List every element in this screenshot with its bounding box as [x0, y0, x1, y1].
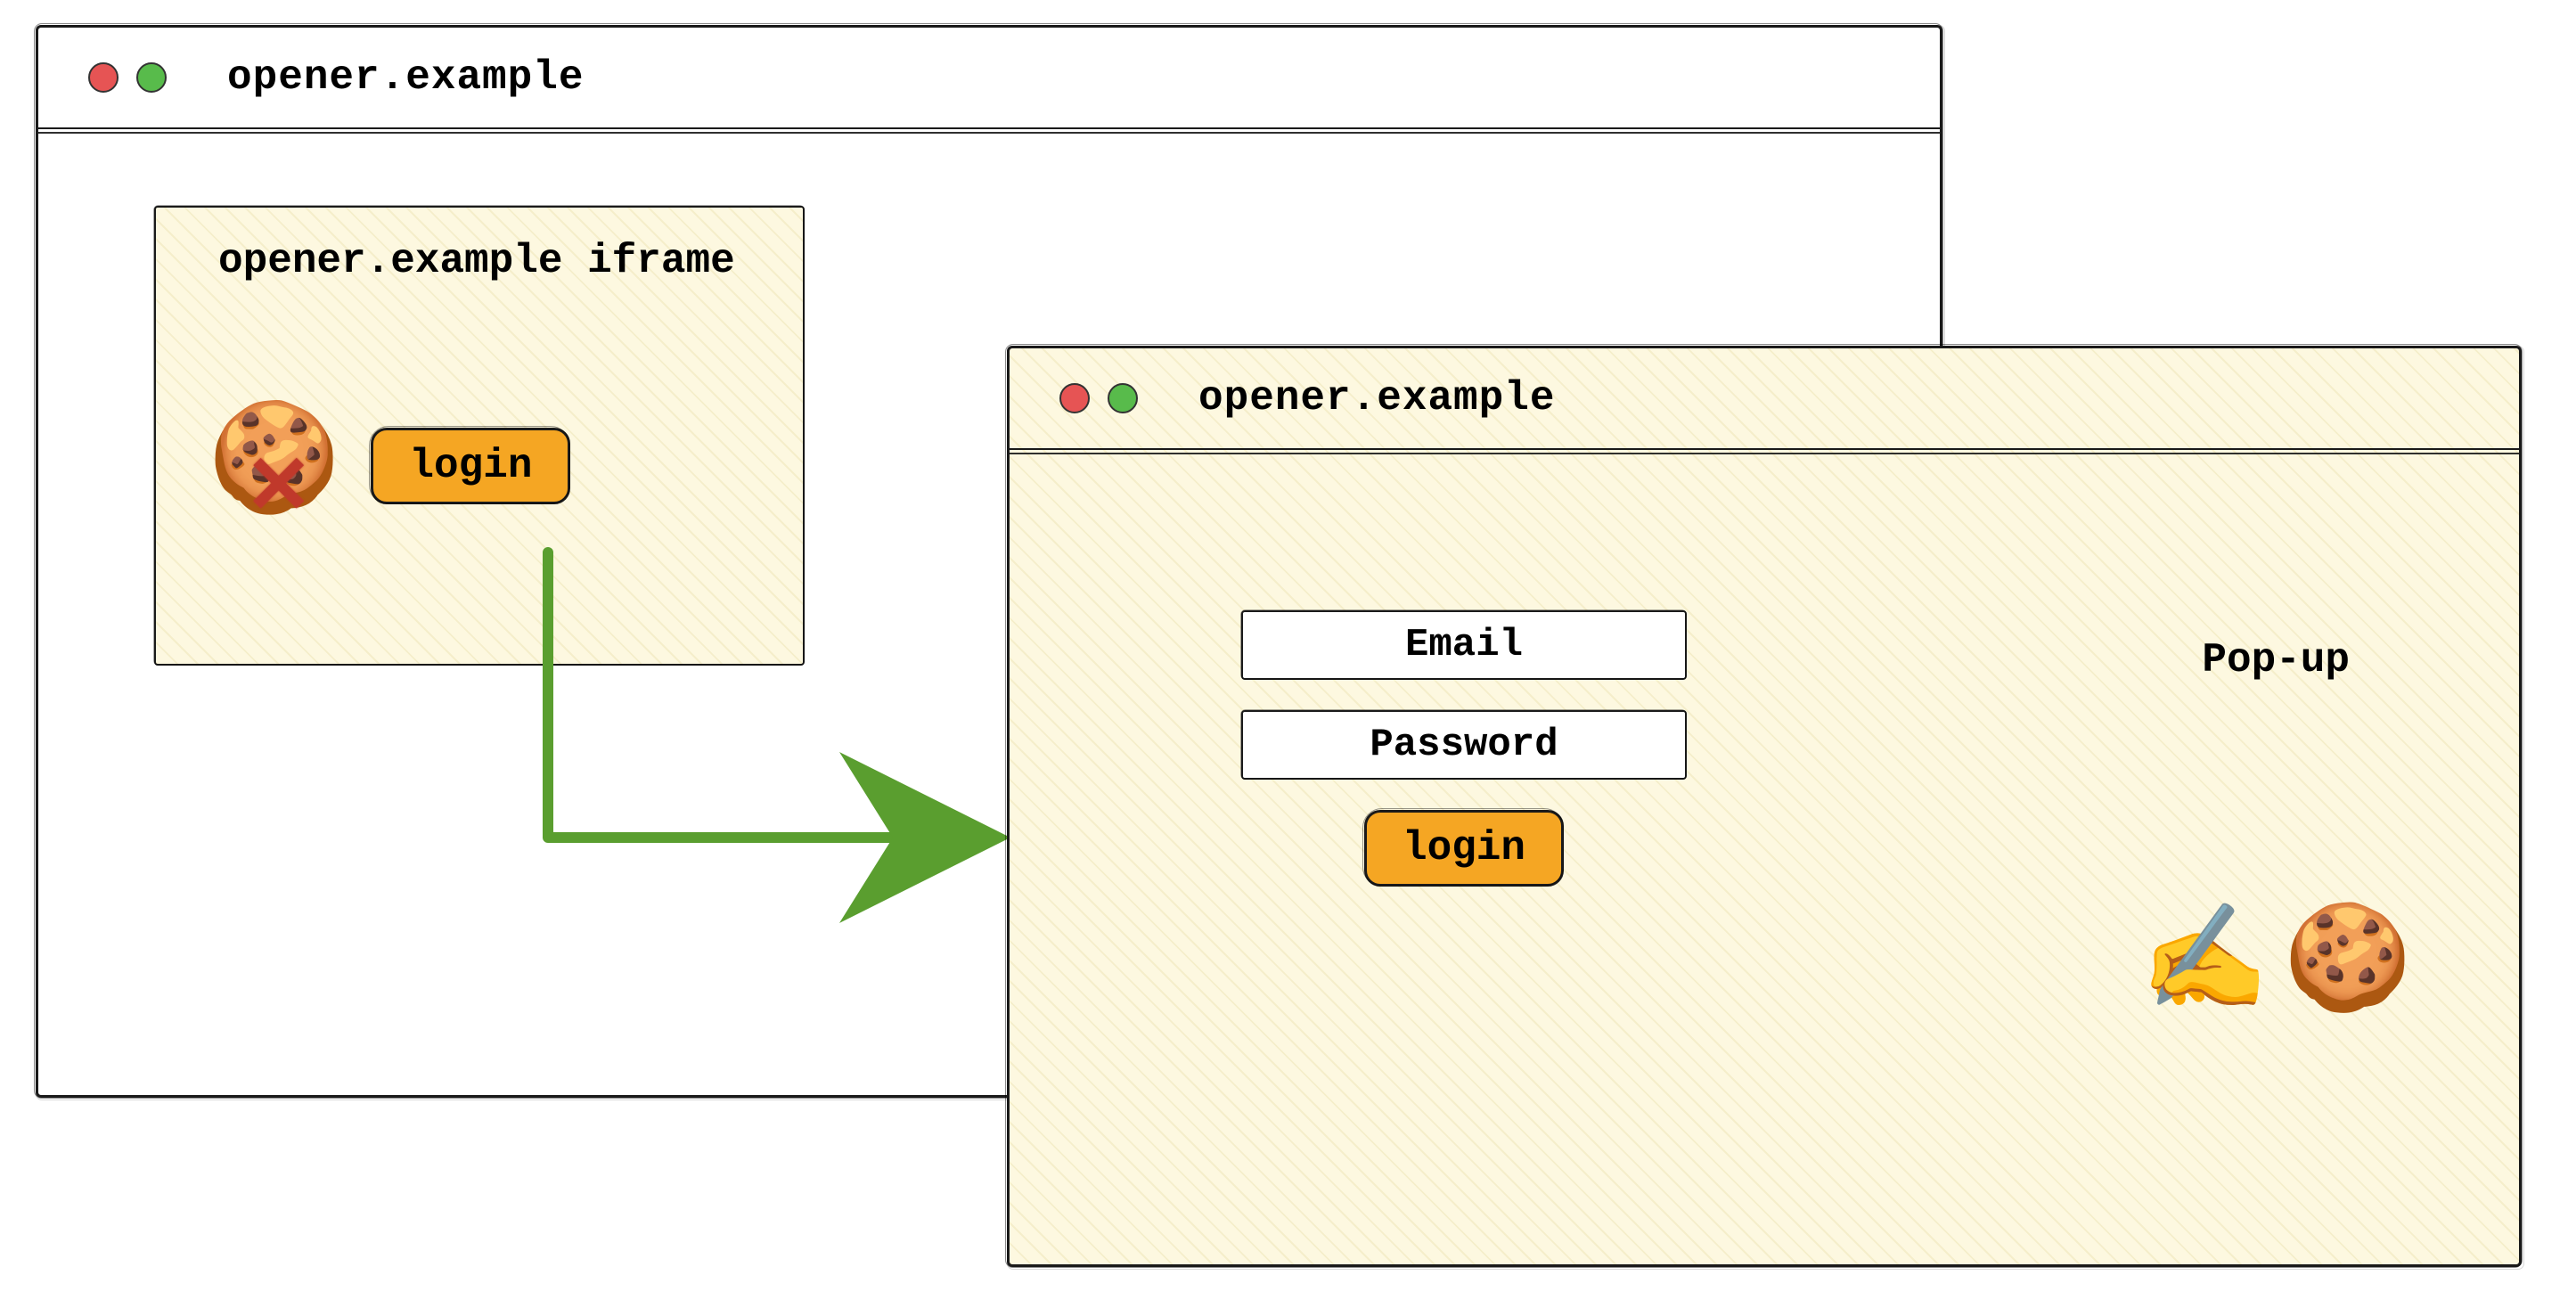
login-form: Email Password login: [1241, 610, 1687, 887]
opener-window-titlebar: opener.example: [38, 28, 1940, 129]
window-controls: [88, 62, 167, 93]
writing-hand-icon: ✍️: [2140, 897, 2269, 1024]
iframe-login-button[interactable]: login: [371, 428, 570, 504]
popup-label: Pop-up: [2202, 637, 2350, 683]
popup-window-titlebar: opener.example: [1010, 348, 2519, 450]
write-cookie-icons: ✍️ 🍪: [2140, 897, 2412, 1024]
minimize-icon[interactable]: [1108, 383, 1138, 413]
close-icon[interactable]: [1059, 383, 1090, 413]
minimize-icon[interactable]: [136, 62, 167, 93]
password-field[interactable]: Password: [1241, 710, 1687, 780]
cookie-icon: 🍪 ✕: [208, 413, 340, 519]
opener-window-title: opener.example: [227, 54, 584, 101]
popup-login-button[interactable]: login: [1364, 810, 1564, 887]
cookie-icon: 🍪: [2284, 897, 2412, 1024]
popup-window-title: opener.example: [1198, 375, 1555, 421]
iframe-label: opener.example iframe: [218, 238, 803, 284]
email-field[interactable]: Email: [1241, 610, 1687, 680]
close-icon[interactable]: [88, 62, 119, 93]
window-controls: [1059, 383, 1138, 413]
popup-window: opener.example Email Password login Pop-…: [1007, 346, 2522, 1267]
cross-icon: ✕: [245, 452, 312, 532]
iframe-panel: opener.example iframe 🍪 ✕ login: [154, 206, 805, 666]
